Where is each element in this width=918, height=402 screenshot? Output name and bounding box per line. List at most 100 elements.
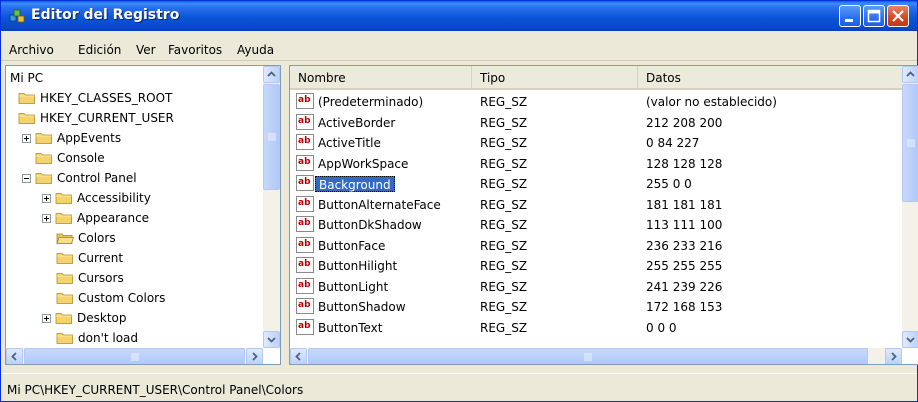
value-data: 172 168 153	[646, 300, 723, 314]
menu-edicion[interactable]: Edición	[78, 43, 121, 57]
grip-icon	[131, 352, 138, 361]
minimize-icon	[845, 19, 853, 22]
tree-vertical-scrollbar[interactable]	[263, 66, 280, 348]
list-row[interactable]: ab Background REG_SZ 255 0 0	[290, 174, 910, 194]
close-icon	[892, 10, 904, 22]
tree-item[interactable]: Cursors	[56, 268, 124, 288]
string-value-icon: ab	[296, 93, 314, 109]
list-row[interactable]: ab (Predeterminado) REG_SZ (valor no establ…	[290, 92, 910, 112]
arrow-left-icon	[295, 352, 301, 361]
value-type: REG_SZ	[480, 197, 528, 212]
registry-editor-window: Editor del Registro Archivo Edición Ver …	[0, 0, 918, 402]
tree-item[interactable]: Appearance	[42, 208, 149, 228]
list-scroll-left-button[interactable]	[290, 348, 307, 364]
tree-item[interactable]: Desktop	[42, 308, 127, 328]
value-name: ButtonDkShadow	[318, 218, 422, 232]
list-row[interactable]: ab ButtonFace REG_SZ 236 233 216	[290, 236, 910, 256]
list-row[interactable]: ab ButtonShadow REG_SZ 172 168 153	[290, 297, 910, 317]
tree-scroll-down-button[interactable]	[263, 331, 280, 348]
maximize-button[interactable]	[863, 5, 885, 27]
tree-item-label: Desktop	[77, 311, 127, 325]
tree-hscroll-thumb[interactable]	[24, 348, 245, 364]
values-list-pane[interactable]: Nombre Tipo Datos ab (Predeterminado) REG_…	[289, 65, 918, 365]
list-row[interactable]: ab ButtonText REG_SZ 0 0 0	[290, 318, 910, 338]
value-type: REG_SZ	[480, 177, 528, 191]
list-row[interactable]: ab ButtonHilight REG_SZ 255 255 255	[290, 256, 910, 276]
tree-item-label: don't load	[78, 331, 139, 345]
tree-item[interactable]: Console	[35, 148, 105, 168]
folder-icon	[35, 153, 52, 164]
list-scroll-up-button[interactable]	[902, 66, 918, 83]
menu-favoritos[interactable]: Favoritos	[168, 43, 222, 57]
tree-item-label: HKEY_CLASSES_ROOT	[40, 91, 173, 105]
list-scroll-right-button[interactable]	[885, 348, 902, 364]
menu-archivo[interactable]: Archivo	[9, 43, 54, 57]
string-value-icon: ab	[296, 216, 314, 232]
tree-item[interactable]: HKEY_CLASSES_ROOT	[18, 88, 172, 108]
value-type: REG_SZ	[480, 115, 528, 130]
status-bar: Mi PC\HKEY_CURRENT_USER\Control Panel\Co…	[1, 373, 917, 401]
list-row[interactable]: ab ButtonLight REG_SZ 241 239 226	[290, 277, 910, 297]
tree-item[interactable]: Control Panel	[22, 168, 137, 188]
list-hscroll-thumb[interactable]	[308, 348, 868, 364]
expand-icon[interactable]	[42, 213, 51, 223]
grip-icon	[906, 139, 915, 147]
tree-item[interactable]: AppEvents	[22, 128, 121, 148]
folder-icon	[55, 213, 72, 224]
value-data: 128 128 128	[646, 156, 723, 171]
tree-item[interactable]: HKEY_CURRENT_USER	[18, 108, 174, 128]
arrow-down-icon	[267, 337, 276, 343]
expand-icon[interactable]	[42, 313, 51, 323]
list-scroll-thumb[interactable]	[902, 84, 918, 202]
tree-item-label: Colors	[78, 231, 116, 245]
value-data: 212 208 200	[646, 115, 723, 130]
value-type: REG_SZ	[480, 300, 528, 314]
menu-ver[interactable]: Ver	[136, 43, 156, 57]
tree-scroll-thumb[interactable]	[263, 84, 280, 190]
tree-scroll-up-button[interactable]	[263, 66, 280, 83]
list-row[interactable]: ab ButtonAlternateFace REG_SZ 181 181 181	[290, 195, 910, 215]
registry-editor-icon	[9, 9, 25, 23]
list-scroll-down-button[interactable]	[902, 331, 918, 348]
column-header-tipo[interactable]: Tipo	[472, 66, 638, 88]
title-bar[interactable]: Editor del Registro	[1, 1, 917, 31]
tree-item[interactable]: Current	[56, 248, 123, 268]
tree-item[interactable]: Colors	[56, 228, 116, 248]
tree-item[interactable]: Custom Colors	[56, 288, 165, 308]
column-header-datos[interactable]: Datos	[638, 66, 904, 88]
list-row[interactable]: ab ActiveTitle REG_SZ 0 84 227	[290, 133, 910, 153]
tree-scroll-left-button[interactable]	[6, 348, 23, 364]
tree-item-label: AppEvents	[57, 131, 122, 145]
collapse-icon[interactable]	[22, 173, 31, 183]
tree-item[interactable]: Accessibility	[42, 188, 151, 208]
folder-icon	[56, 273, 73, 284]
string-value-icon: ab	[296, 236, 314, 253]
menu-ayuda[interactable]: Ayuda	[237, 43, 274, 57]
value-data: 181 181 181	[646, 197, 723, 212]
list-horizontal-scrollbar[interactable]	[290, 348, 902, 364]
minimize-button[interactable]	[839, 5, 861, 27]
tree-item[interactable]: Mi PC	[10, 68, 43, 88]
folder-icon	[56, 293, 73, 304]
list-row[interactable]: ab ButtonDkShadow REG_SZ 113 111 100	[290, 215, 910, 235]
list-row[interactable]: ab AppWorkSpace REG_SZ 128 128 128	[290, 154, 910, 174]
list-vertical-scrollbar[interactable]	[902, 66, 918, 348]
expand-icon[interactable]	[22, 133, 31, 143]
tree-scroll-right-button[interactable]	[246, 348, 263, 364]
value-data: (valor no establecido)	[646, 95, 777, 109]
expand-icon[interactable]	[42, 193, 51, 203]
value-name: ActiveTitle	[318, 136, 381, 150]
list-row[interactable]: ab ActiveBorder REG_SZ 212 208 200	[290, 113, 910, 133]
tree-item[interactable]: don't load	[56, 328, 138, 348]
tree-horizontal-scrollbar[interactable]	[6, 348, 263, 364]
tree-item-label: Mi PC	[10, 71, 44, 85]
value-data: 255 0 0	[646, 177, 692, 191]
close-button[interactable]	[887, 5, 909, 27]
folder-icon	[56, 333, 73, 344]
folder-icon	[18, 113, 35, 124]
string-value-icon: ab	[296, 134, 314, 150]
column-header-nombre[interactable]: Nombre	[290, 66, 472, 88]
grip-icon	[584, 352, 592, 361]
key-tree-pane[interactable]: Mi PC HKEY_CLASSES_ROOT HKEY_CURRENT_USER A…	[5, 65, 281, 365]
string-value-icon: ab	[296, 298, 314, 314]
